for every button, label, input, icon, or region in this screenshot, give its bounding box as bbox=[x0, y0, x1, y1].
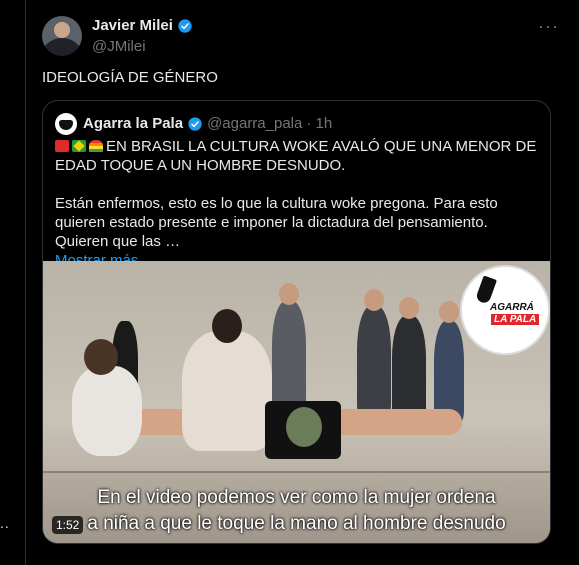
wall-line bbox=[43, 471, 550, 473]
quote-header: Agarra la Pala @agarra_pala · 1h bbox=[83, 115, 332, 132]
child-figure bbox=[72, 366, 142, 456]
quoted-tweet[interactable]: Agarra la Pala @agarra_pala · 1h EN BRAS… bbox=[42, 100, 551, 544]
performer-figure bbox=[182, 331, 272, 451]
side-more-icon[interactable]: .. bbox=[0, 515, 10, 531]
verified-icon bbox=[178, 18, 192, 33]
verified-icon bbox=[188, 116, 202, 131]
video-caption: En el video podemos ver como la mujer or… bbox=[97, 487, 496, 508]
audience-head bbox=[364, 289, 384, 311]
logo-text: LA PALA bbox=[491, 314, 540, 325]
brazil-flag-icon bbox=[72, 140, 86, 152]
audience-head bbox=[439, 301, 459, 323]
quote-headline: EN BRASIL LA CULTURA WOKE AVALÓ QUE UNA … bbox=[55, 138, 537, 174]
quote-author-handle[interactable]: @agarra_pala bbox=[207, 115, 302, 132]
tweet: Javier Milei @JMilei ··· IDEOLOGÍA DE GÉ… bbox=[25, 0, 579, 565]
audience-figure bbox=[392, 316, 426, 421]
audience-head bbox=[279, 283, 299, 305]
alarm-emoji-icon bbox=[55, 140, 69, 152]
rainbow-icon bbox=[89, 140, 103, 152]
logo-text: AGARRÁ bbox=[490, 302, 534, 313]
quote-body: EN BRASIL LA CULTURA WOKE AVALÓ QUE UNA … bbox=[55, 137, 539, 270]
video-duration: 1:52 bbox=[52, 516, 84, 534]
quote-text: Están enfermos, esto es lo que la cultur… bbox=[55, 195, 498, 250]
more-options-icon[interactable]: ··· bbox=[538, 16, 559, 37]
audience-figure bbox=[434, 321, 464, 421]
video-player[interactable]: AGARRÁ LA PALA En el video podemos ver c… bbox=[43, 261, 550, 543]
author-row: Javier Milei bbox=[92, 17, 193, 34]
audience-figure bbox=[272, 301, 306, 411]
quote-avatar[interactable] bbox=[55, 113, 77, 135]
video-caption: a niña a que le toque la mano al hombre … bbox=[87, 513, 506, 534]
avatar[interactable] bbox=[42, 16, 82, 56]
quote-headline-paragraph: EN BRASIL LA CULTURA WOKE AVALÓ QUE UNA … bbox=[55, 137, 539, 175]
performer-head bbox=[212, 309, 242, 343]
tweet-text: IDEOLOGÍA DE GÉNERO bbox=[42, 69, 218, 86]
audience-figure bbox=[357, 306, 391, 416]
author-handle[interactable]: @JMilei bbox=[92, 38, 146, 55]
watermark-face bbox=[286, 407, 322, 447]
child-head bbox=[84, 339, 118, 375]
author-name[interactable]: Javier Milei bbox=[92, 17, 173, 34]
quote-author-name[interactable]: Agarra la Pala bbox=[83, 115, 183, 132]
quote-time: · 1h bbox=[306, 115, 333, 132]
audience-head bbox=[399, 297, 419, 319]
